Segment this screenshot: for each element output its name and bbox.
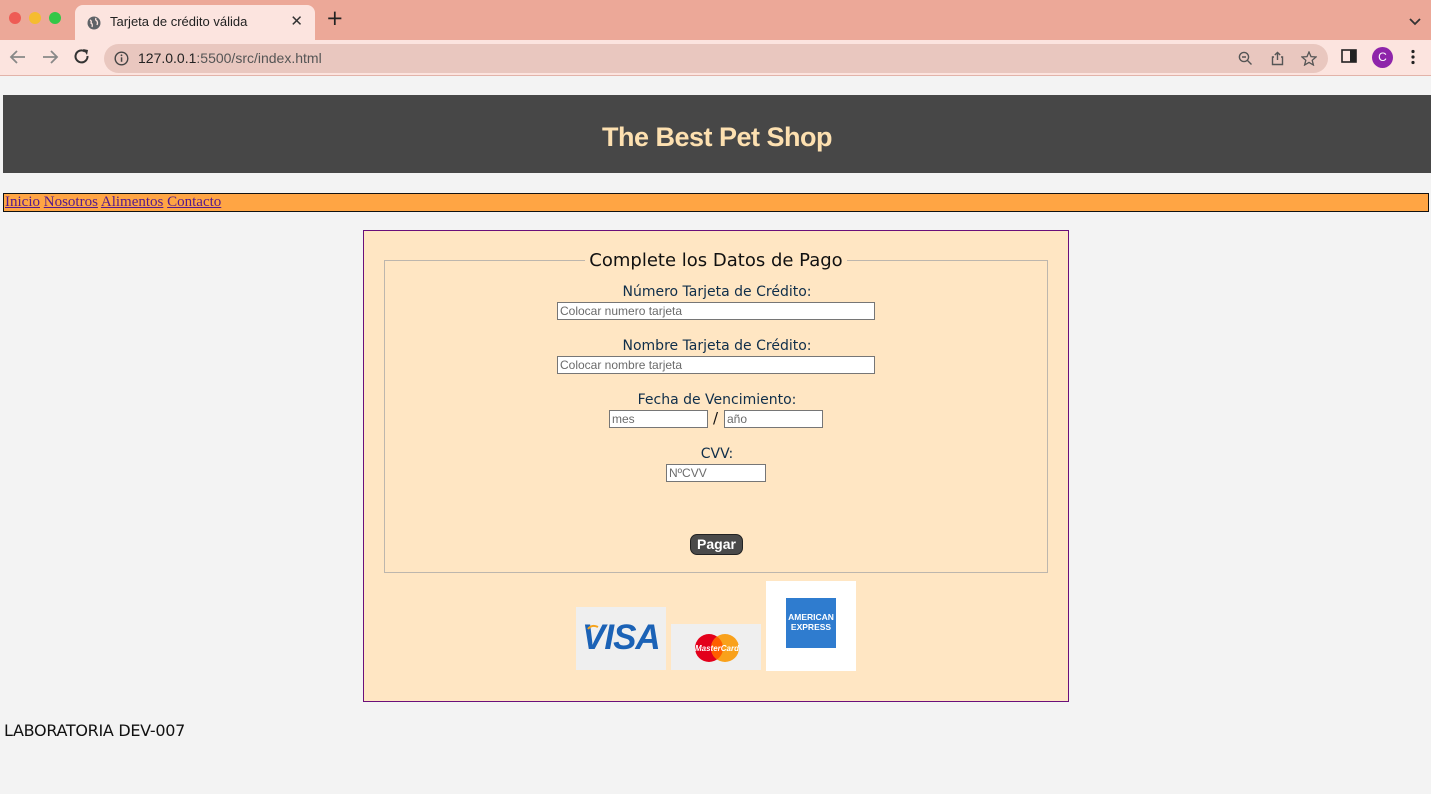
browser-toolbar: 127.0.0.1:5500/src/index.html C [0,40,1431,76]
amex-line1: AMERICAN [788,612,834,622]
back-icon[interactable] [9,48,27,70]
visa-logo: VISA [576,607,666,670]
card-number-input[interactable] [557,302,875,320]
card-number-label: Número Tarjeta de Crédito: [622,284,812,300]
url-path: :5500/src/index.html [196,50,322,66]
forward-icon[interactable] [41,48,59,70]
url-text: 127.0.0.1:5500/src/index.html [138,50,322,66]
form-legend: Complete los Datos de Pago [385,250,1047,271]
card-name-label: Nombre Tarjeta de Crédito: [622,338,812,354]
menu-icon[interactable] [1410,49,1416,69]
visa-accent-icon [587,624,599,630]
expiry-year-input[interactable] [724,410,823,428]
pay-button[interactable]: Pagar [690,534,743,555]
amex-logo: AMERICAN EXPRESS [766,581,856,671]
nav-link-nosotros[interactable]: Nosotros [44,194,98,210]
card-name-input[interactable] [557,356,875,374]
nav-link-alimentos[interactable]: Alimentos [101,194,164,210]
browser-tab[interactable]: Tarjeta de crédito válida ✕ [75,5,315,40]
payment-form: Complete los Datos de Pago Número Tarjet… [363,230,1069,702]
expiry-label: Fecha de Vencimiento: [637,392,797,408]
mastercard-circles-icon: MasterCard [695,634,740,662]
form-legend-text: Complete los Datos de Pago [585,250,847,271]
window-minimize-button[interactable] [29,12,41,24]
nav-link-contacto[interactable]: Contacto [167,194,221,210]
amex-badge: AMERICAN EXPRESS [786,598,836,648]
mastercard-logo: MasterCard [671,624,761,670]
share-icon[interactable] [1270,51,1285,70]
reload-icon[interactable] [73,48,91,70]
zoom-icon[interactable] [1238,51,1253,70]
browser-tab-bar: Tarjeta de crédito válida ✕ + [0,0,1431,40]
tab-title: Tarjeta de crédito válida [110,14,248,29]
mastercard-logo-text: MasterCard [695,644,740,653]
cvv-label: CVV: [700,446,734,462]
site-header: The Best Pet Shop [3,95,1431,173]
address-bar[interactable]: 127.0.0.1:5500/src/index.html [104,44,1328,73]
sidebar-icon[interactable] [1341,49,1357,68]
window-maximize-button[interactable] [49,12,61,24]
amex-line2: EXPRESS [790,622,832,632]
window-close-button[interactable] [9,12,21,24]
new-tab-button[interactable]: + [326,8,344,29]
info-icon[interactable] [114,51,129,70]
star-icon[interactable] [1300,50,1318,70]
globe-icon [87,15,101,30]
expiry-separator: / [713,409,719,427]
site-title: The Best Pet Shop [601,122,833,152]
expiry-month-input[interactable] [609,410,708,428]
profile-avatar[interactable]: C [1372,47,1393,68]
url-host: 127.0.0.1 [138,50,197,66]
nav-link-inicio[interactable]: Inicio [5,194,40,210]
cvv-input[interactable] [666,464,766,482]
close-icon[interactable]: ✕ [290,12,303,30]
site-nav: Inicio Nosotros Alimentos Contacto [3,193,1429,212]
chevron-down-icon[interactable] [1409,12,1421,31]
page-footer: LABORATORIA DEV-007 [4,721,185,740]
